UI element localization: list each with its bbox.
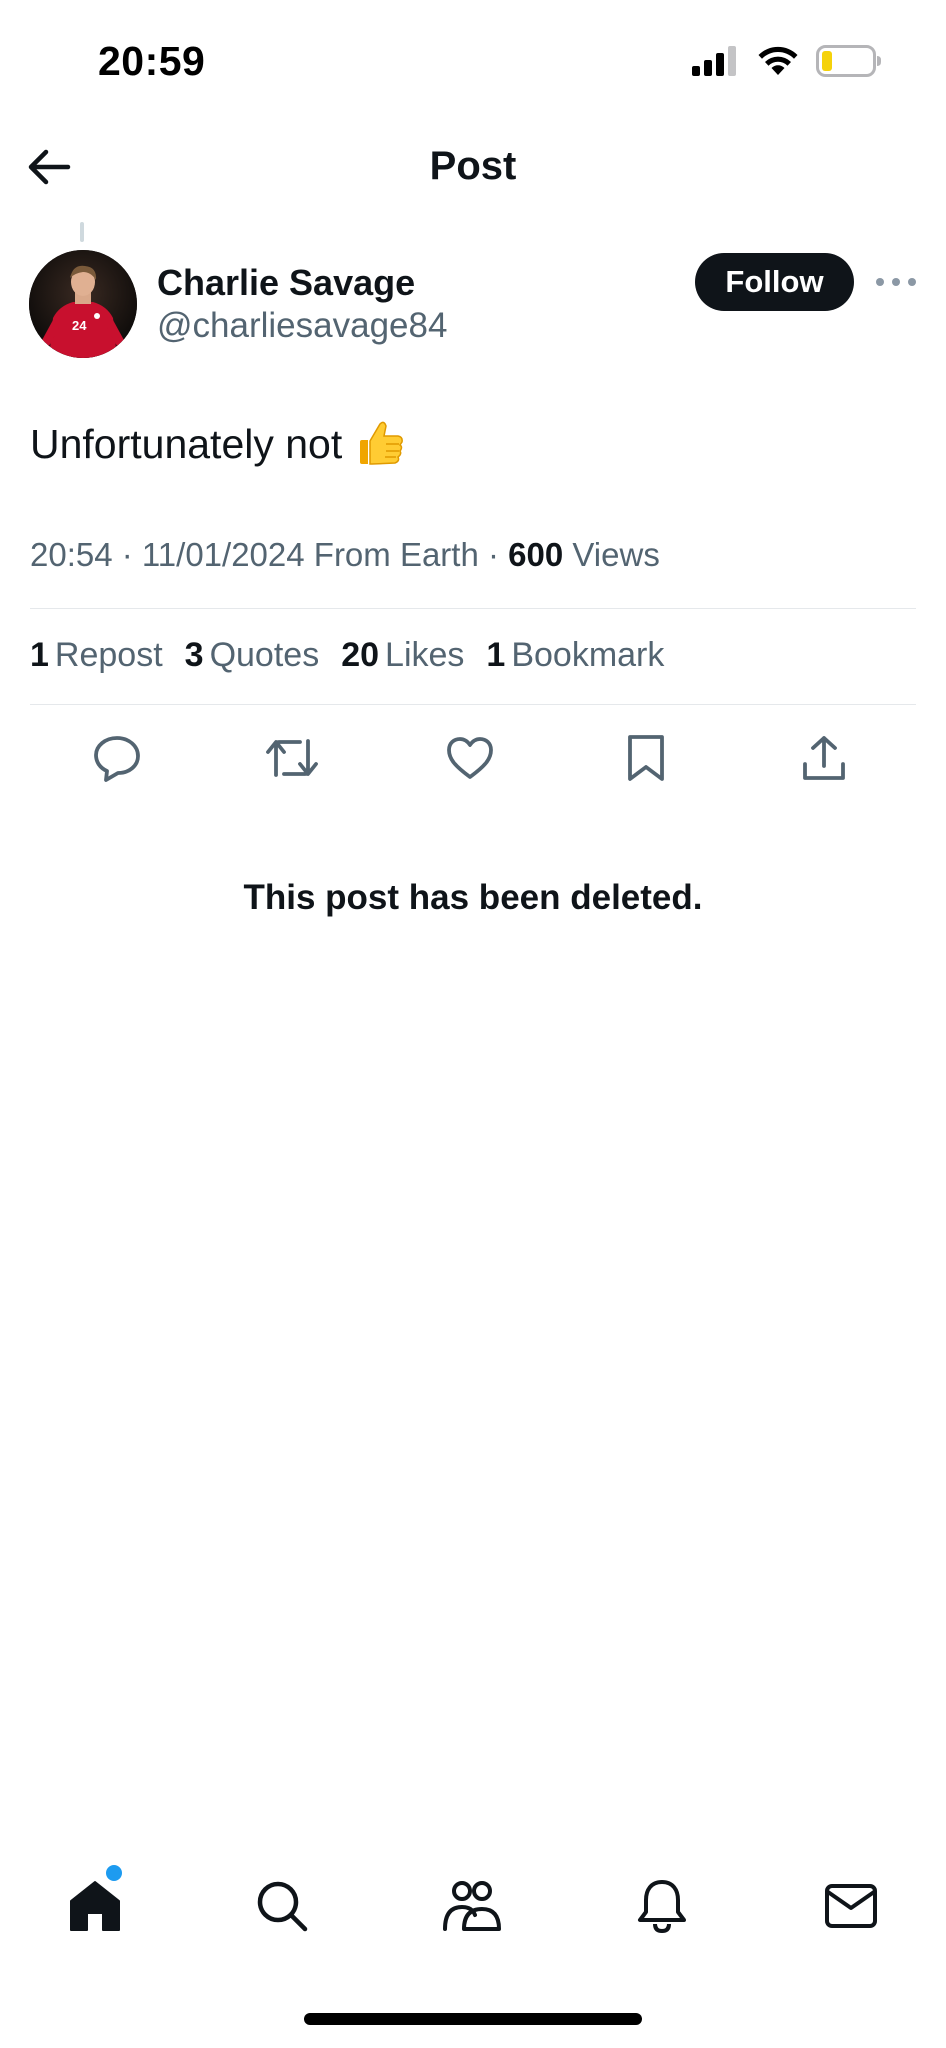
stat-likes[interactable]: 20 Likes (341, 636, 464, 675)
reply-icon (94, 736, 140, 782)
home-icon (70, 1881, 120, 1931)
post-text-content: Unfortunately not (30, 420, 343, 467)
more-dot (908, 278, 916, 286)
nav-home[interactable] (63, 1874, 127, 1938)
post-screen: 20:59 Post 24 Charlie Savage @charliesav… (0, 0, 946, 2048)
repost-button[interactable] (264, 730, 320, 786)
stat-count: 20 (341, 636, 380, 674)
thumbs-up-icon (354, 418, 406, 470)
stat-count: 1 (486, 636, 506, 674)
share-icon (803, 736, 845, 780)
page-title: Post (429, 144, 517, 188)
wifi-icon (758, 46, 798, 75)
divider (30, 704, 916, 705)
thread-connector (80, 222, 84, 242)
reply-button[interactable] (89, 730, 145, 786)
bookmark-button[interactable] (618, 730, 674, 786)
home-indicator[interactable] (304, 2013, 642, 2025)
post-stats: 1 Repost 3 Quotes 20 Likes 1 Bookmark (30, 636, 664, 675)
deleted-notice: This post has been deleted. (243, 878, 703, 917)
stat-quotes[interactable]: 3 Quotes (185, 636, 320, 675)
follow-button[interactable]: Follow (695, 253, 854, 311)
svg-text:24: 24 (72, 318, 87, 333)
post-meta: 20:54 · 11/01/2024 From Earth · 600 View… (30, 536, 660, 574)
post-timestamp: 20:54 · 11/01/2024 From Earth (30, 536, 479, 573)
communities-icon (443, 1881, 501, 1931)
nav-search[interactable] (250, 1874, 314, 1938)
views-count: 600 (508, 536, 564, 573)
nav-messages[interactable] (819, 1874, 883, 1938)
home-notification-dot (106, 1865, 122, 1881)
battery-icon (816, 45, 881, 77)
stat-count: 1 (30, 636, 49, 674)
post-text: Unfortunately not (30, 418, 406, 470)
stat-reposts[interactable]: 1 Repost (30, 636, 163, 675)
status-icons (690, 44, 882, 78)
avatar[interactable]: 24 (29, 250, 137, 358)
status-time: 20:59 (98, 38, 206, 84)
repost-icon (266, 739, 318, 777)
author-handle[interactable]: @charliesavage84 (157, 306, 447, 346)
stat-label: Quotes (209, 636, 320, 674)
stat-count: 3 (184, 636, 204, 674)
like-button[interactable] (442, 730, 498, 786)
notifications-icon (638, 1880, 686, 1934)
nav-communities[interactable] (440, 1874, 504, 1938)
author-name[interactable]: Charlie Savage (157, 262, 415, 304)
more-dot (892, 278, 900, 286)
search-icon (257, 1881, 308, 1932)
meta-separator: · (478, 536, 509, 573)
stat-label: Likes (385, 636, 465, 674)
bookmark-icon (628, 735, 664, 781)
stat-label: Repost (54, 636, 163, 674)
messages-icon (825, 1884, 877, 1928)
more-dot (876, 278, 884, 286)
stat-label: Bookmark (511, 636, 665, 674)
views-label: Views (572, 536, 660, 573)
avatar-image: 24 (29, 250, 137, 358)
more-options-button[interactable] (876, 270, 916, 294)
signal-icon (692, 46, 736, 76)
divider (30, 608, 916, 609)
share-button[interactable] (796, 730, 852, 786)
nav-notifications[interactable] (630, 1874, 694, 1938)
stat-bookmarks[interactable]: 1 Bookmark (486, 636, 664, 675)
heart-icon (447, 737, 493, 779)
